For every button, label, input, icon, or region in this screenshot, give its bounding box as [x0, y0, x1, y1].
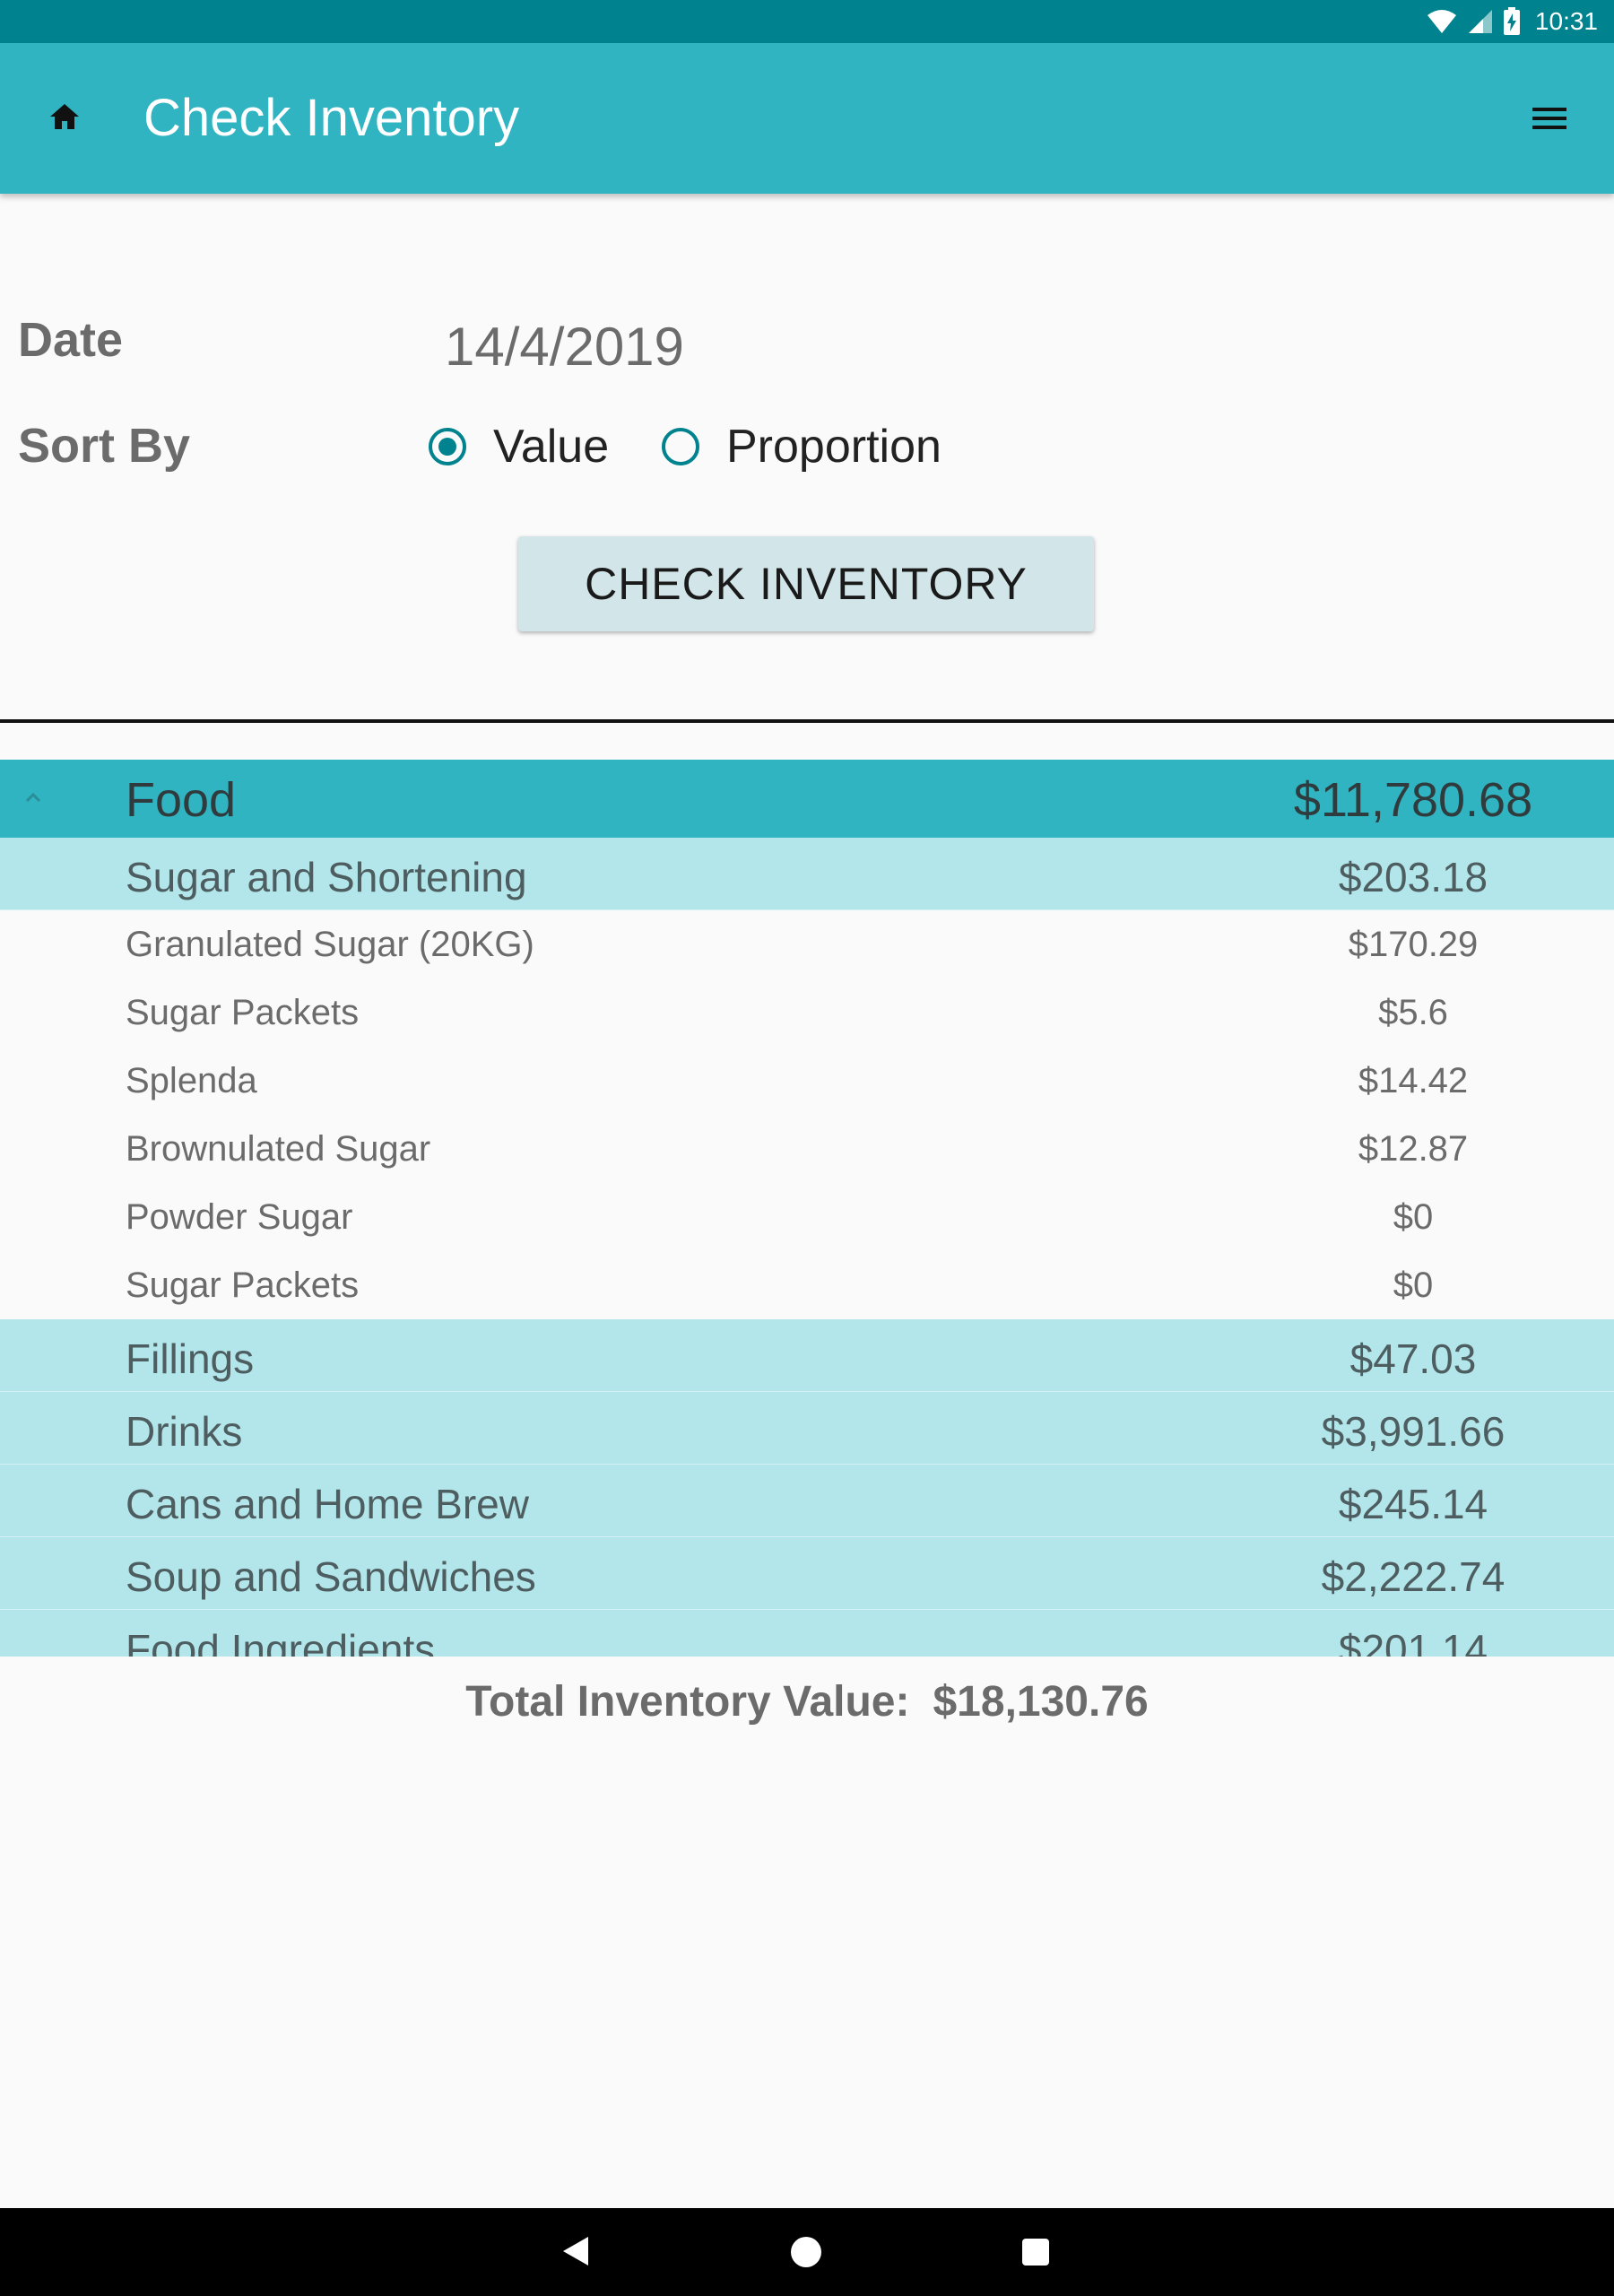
item-name: Sugar Packets	[126, 1265, 360, 1305]
home-button[interactable]	[36, 88, 93, 145]
menu-icon	[1532, 108, 1566, 129]
item-name: Splenda	[126, 1061, 257, 1100]
chevron-up-icon[interactable]	[18, 783, 48, 813]
item-value: $0	[1393, 1197, 1434, 1237]
item-value: $12.87	[1358, 1129, 1469, 1169]
category-row[interactable]: Fillings $47.03	[0, 1319, 1614, 1392]
item-row[interactable]: Sugar Packets $5.6	[0, 978, 1614, 1047]
menu-button[interactable]	[1521, 90, 1578, 147]
category-value: $2,222.74	[1321, 1553, 1506, 1600]
date-label: Date	[18, 313, 124, 367]
battery-charging-icon	[1503, 7, 1520, 35]
category-row[interactable]: Drinks $3,991.66	[0, 1392, 1614, 1465]
group-name: Food	[126, 773, 237, 827]
date-field[interactable]: 14/4/2019	[445, 316, 684, 378]
category-name: Drinks	[126, 1408, 243, 1455]
item-value: $170.29	[1348, 925, 1479, 964]
category-row[interactable]: Sugar and Shortening $203.18	[0, 838, 1614, 910]
item-name: Sugar Packets	[126, 993, 360, 1032]
radio-unchecked-icon	[662, 428, 699, 465]
sort-value-label: Value	[493, 421, 610, 473]
category-row[interactable]: Soup and Sandwiches $2,222.74	[0, 1537, 1614, 1610]
item-row[interactable]: Brownulated Sugar $12.87	[0, 1115, 1614, 1183]
category-name: Cans and Home Brew	[126, 1481, 529, 1527]
group-value: $11,780.68	[1293, 773, 1533, 827]
wifi-icon	[1427, 10, 1456, 33]
sort-value-radio[interactable]: Value	[429, 413, 609, 481]
app-bar: Check Inventory	[0, 43, 1614, 194]
status-icons: 10:31	[1426, 0, 1598, 43]
category-name: Food Ingredients	[126, 1626, 436, 1657]
radio-checked-icon	[429, 428, 466, 465]
sort-by-label: Sort By	[18, 419, 191, 473]
status-time: 10:31	[1534, 7, 1598, 35]
group-row-food[interactable]: Food $11,780.68	[0, 760, 1614, 838]
home-icon	[50, 104, 79, 129]
total-label: Total Inventory Value:	[465, 1678, 910, 1726]
radio-dot	[438, 438, 456, 456]
item-name: Powder Sugar	[126, 1197, 353, 1237]
page-title: Check Inventory	[143, 89, 520, 147]
item-row[interactable]: Splenda $14.42	[0, 1047, 1614, 1115]
back-icon[interactable]	[561, 2235, 590, 2267]
category-row[interactable]: Cans and Home Brew $245.14	[0, 1465, 1614, 1537]
total-amount: $18,130.76	[933, 1678, 1149, 1726]
total-inventory-value: Total Inventory Value: $18,130.76	[0, 1677, 1614, 1726]
category-name: Fillings	[126, 1335, 255, 1382]
item-value: $14.42	[1358, 1061, 1469, 1100]
category-value: $3,991.66	[1321, 1408, 1506, 1455]
signal-icon	[1468, 10, 1492, 33]
category-name: Sugar and Shortening	[126, 854, 527, 900]
item-row[interactable]: Sugar Packets $0	[0, 1251, 1614, 1319]
system-nav-bar	[0, 2208, 1614, 2296]
check-inventory-button[interactable]: CHECK INVENTORY	[518, 536, 1094, 631]
sort-proportion-label: Proportion	[726, 421, 941, 473]
category-value: $201.14	[1338, 1626, 1488, 1657]
category-row[interactable]: Food Ingredients $201.14	[0, 1610, 1614, 1657]
item-row[interactable]: Granulated Sugar (20KG) $170.29	[0, 910, 1614, 978]
item-value: $5.6	[1378, 993, 1448, 1032]
category-value: $203.18	[1338, 854, 1488, 900]
category-name: Soup and Sandwiches	[126, 1553, 536, 1600]
category-value: $47.03	[1349, 1335, 1477, 1382]
sort-proportion-radio[interactable]: Proportion	[662, 413, 941, 481]
item-value: $0	[1393, 1265, 1434, 1305]
nav-home-icon[interactable]	[791, 2237, 821, 2267]
item-name: Brownulated Sugar	[126, 1129, 431, 1169]
status-bar: 10:31	[0, 0, 1614, 43]
item-row[interactable]: Powder Sugar $0	[0, 1183, 1614, 1251]
inventory-list[interactable]: Food $11,780.68 Sugar and Shortening $20…	[0, 760, 1614, 1657]
recents-icon[interactable]	[1022, 2239, 1049, 2266]
item-name: Granulated Sugar (20KG)	[126, 925, 534, 964]
category-value: $245.14	[1338, 1481, 1488, 1527]
divider	[0, 719, 1614, 723]
